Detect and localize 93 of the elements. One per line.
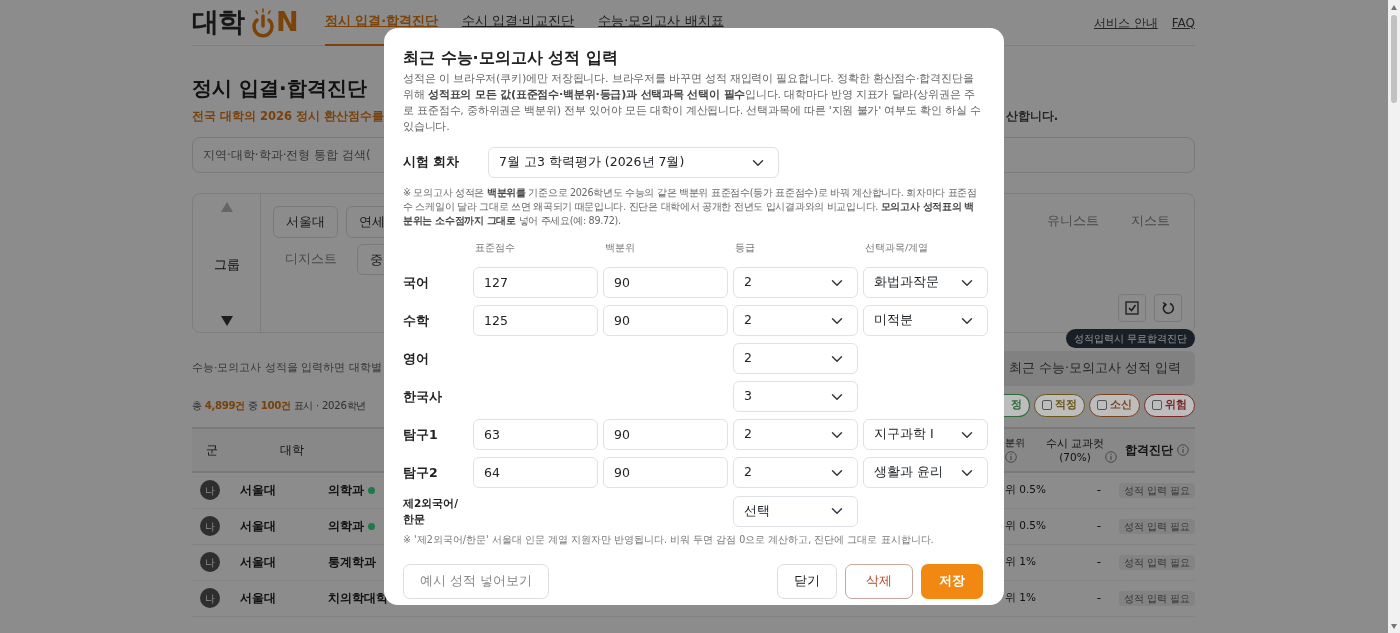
department-link[interactable]: 의학과 [328,481,364,499]
table-cell-text: 서울대 [240,590,277,607]
department-link[interactable]: 통계학과 [328,553,376,571]
column-header: 합격진단 [1125,441,1173,459]
group-badge: 나 [200,552,220,572]
input-field[interactable]: 90 [603,419,728,451]
table-cell-text: - [1095,554,1103,571]
table-cell-text: - [1095,590,1103,607]
select-field[interactable]: 생활과 윤리 [863,457,988,489]
subject-label: 탐구2 [403,464,439,481]
table-cell-text: 위 1% [1005,590,1037,606]
group-badge: 나 [200,516,220,536]
table-cell-text: 서울대 [240,482,277,499]
group-badge: 나 [200,588,220,608]
logo[interactable]: 대학 N [192,2,298,43]
select-field[interactable]: 2 [733,267,858,299]
reset-button[interactable] [1154,294,1182,323]
table-cell-text: 서울대 [240,518,277,535]
input-field[interactable]: 63 [473,419,598,451]
select-field[interactable]: 2 [733,419,858,451]
column-header: 대학 [279,441,305,459]
input-field[interactable]: 90 [603,267,728,299]
checkbox-icon [1125,301,1139,316]
verdict-chip[interactable]: 정 [1004,394,1030,417]
field-label: 시험 회차 [403,153,461,172]
delete-button[interactable]: 삭제 [845,563,913,599]
verdict-chip[interactable]: 위험 [1144,394,1195,417]
select-field[interactable]: 2 [733,343,858,375]
page-subtitle: 산합니다. [1005,108,1058,125]
table-cell-text: 위 0.5% [1005,482,1047,498]
column-header: 선택과목/계열 [864,241,930,256]
department-link[interactable]: 의학과 [328,517,364,535]
nav-link[interactable]: 서비스 안내 [1093,13,1158,32]
input-field[interactable]: 127 [473,267,598,299]
select-field[interactable]: 3 [733,381,858,413]
table-cell-text: 위 1% [1005,554,1037,570]
select-field[interactable]: 2 [733,457,858,489]
select-field[interactable]: 화법과작문 [863,267,988,299]
verdict-chip[interactable]: 소신 [1089,394,1140,417]
status-badge: 성적 입력 필요 [1119,591,1196,606]
page-title: 정시 입결·합격진단 [192,76,367,100]
hint-text: 수능·모의고사 성적을 입력하면 대학별 [192,360,382,377]
select-all-button[interactable] [1118,294,1146,323]
table-cell-text: 서울대 [240,554,277,571]
page-subtitle: 전국 대학의 2026 정시 환산점수를 [192,108,385,125]
example-button[interactable]: 예시 성적 넣어보기 [403,563,550,599]
note-text: ※ 모의고사 성적은 백분위를 기준으로 2026학년도 수능의 같은 백분위 표준점수(등가 표준점수)로 바꿔 계산합니다. 회차마다 표준점수 스케일이 달라 그대로 쓰면 왜곡되기 때문입니다. 진단은 대학에서 공개한 전년도 입시결과와의 비교입니다. 모의고사 성적표의 백분위는 소수점까지 그대로 넣어 주세요(예: 89.72). [403,186,978,229]
select-field[interactable]: 지구과학 I [863,419,988,451]
input-field[interactable]: 90 [603,457,728,489]
nav-link[interactable]: FAQ [1171,13,1195,32]
verdict-chip[interactable]: 적정 [1034,394,1085,417]
status-badge: 성적 입력 필요 [1119,483,1196,498]
dialog-intro: 성적은 이 브라우저(쿠키)에만 저장됩니다. 브라우저를 바꾸면 성적 재입력이 필요합니다. 정확한 환산점수·합격진단을 위해 성적표의 모든 값(표준점수·백분위·등급)과 선택과목 선택이 필수입니다. 대학마다 반영 지표가 달라(상위권은 주로 표준점수, 중하위권은 백분위) 전부 있어야 모든 대학이 계산됩니다. 선택과목에 따른 '지원 불가' 여부도 확인 하실 수 있습니다. [403,71,982,136]
result-count: 총 4,899건 중 100건 표시 · 2026학년 [192,398,366,413]
column-header: 분위 [1005,435,1026,450]
select-field[interactable]: 선택 [733,495,858,527]
subject-label: 제2외국어/한문 [403,496,460,528]
input-field[interactable]: 64 [473,457,598,489]
table-cell-text: 위 0.5% [1005,518,1047,534]
subject-label: 수학 [403,312,430,329]
table-cell-text: - [1095,518,1103,535]
department-link[interactable]: 치의학대학 [328,589,388,607]
subject-label: 탐구1 [403,426,439,443]
subject-label: 한국사 [403,388,443,405]
column-header: 백분위 [604,241,636,256]
input-field[interactable]: 90 [603,305,728,337]
close-button[interactable]: 닫기 [777,563,837,599]
filter-chip[interactable]: 서울대 [273,206,338,238]
info-icon[interactable] [1177,443,1189,456]
status-badge: 성적 입력 필요 [1119,555,1196,570]
column-header: 등급 [734,241,756,256]
column-header: 군 [205,441,219,459]
table-cell-text: - [1095,482,1103,499]
dialog-title: 최근 수능·모의고사 성적 입력 [403,48,619,68]
group-label: 그룹 [213,255,240,274]
reset-icon [1161,301,1175,316]
input-field[interactable]: 125 [473,305,598,337]
info-icon[interactable] [1105,450,1117,463]
group-badge: 나 [200,480,220,500]
subject-label: 영어 [403,350,430,367]
select-field[interactable]: 미적분 [863,305,988,337]
footnote-text: ※ '제2외국어/한문' 서울대 인문 계열 지원자만 반영됩니다. 비워 두면 감점 0으로 계산하고, 진단에 그대로 표시합니다. [403,533,935,548]
exam-select[interactable]: 7월 고3 학력평가 (2026년 7월) [488,147,779,179]
tooltip: 성적입력시 무료합격진단 [1065,329,1195,349]
select-field[interactable]: 2 [733,305,858,337]
status-badge: 성적 입력 필요 [1119,519,1196,534]
info-icon[interactable] [1005,450,1017,463]
scroll-down-icon[interactable] [220,316,233,327]
subject-label: 국어 [403,274,430,291]
column-header: 표준점수 [474,241,516,256]
power-icon [250,7,276,38]
scroll-up-icon[interactable] [220,202,233,213]
column-header: 수시 교과컷 (70%) [1045,435,1105,464]
